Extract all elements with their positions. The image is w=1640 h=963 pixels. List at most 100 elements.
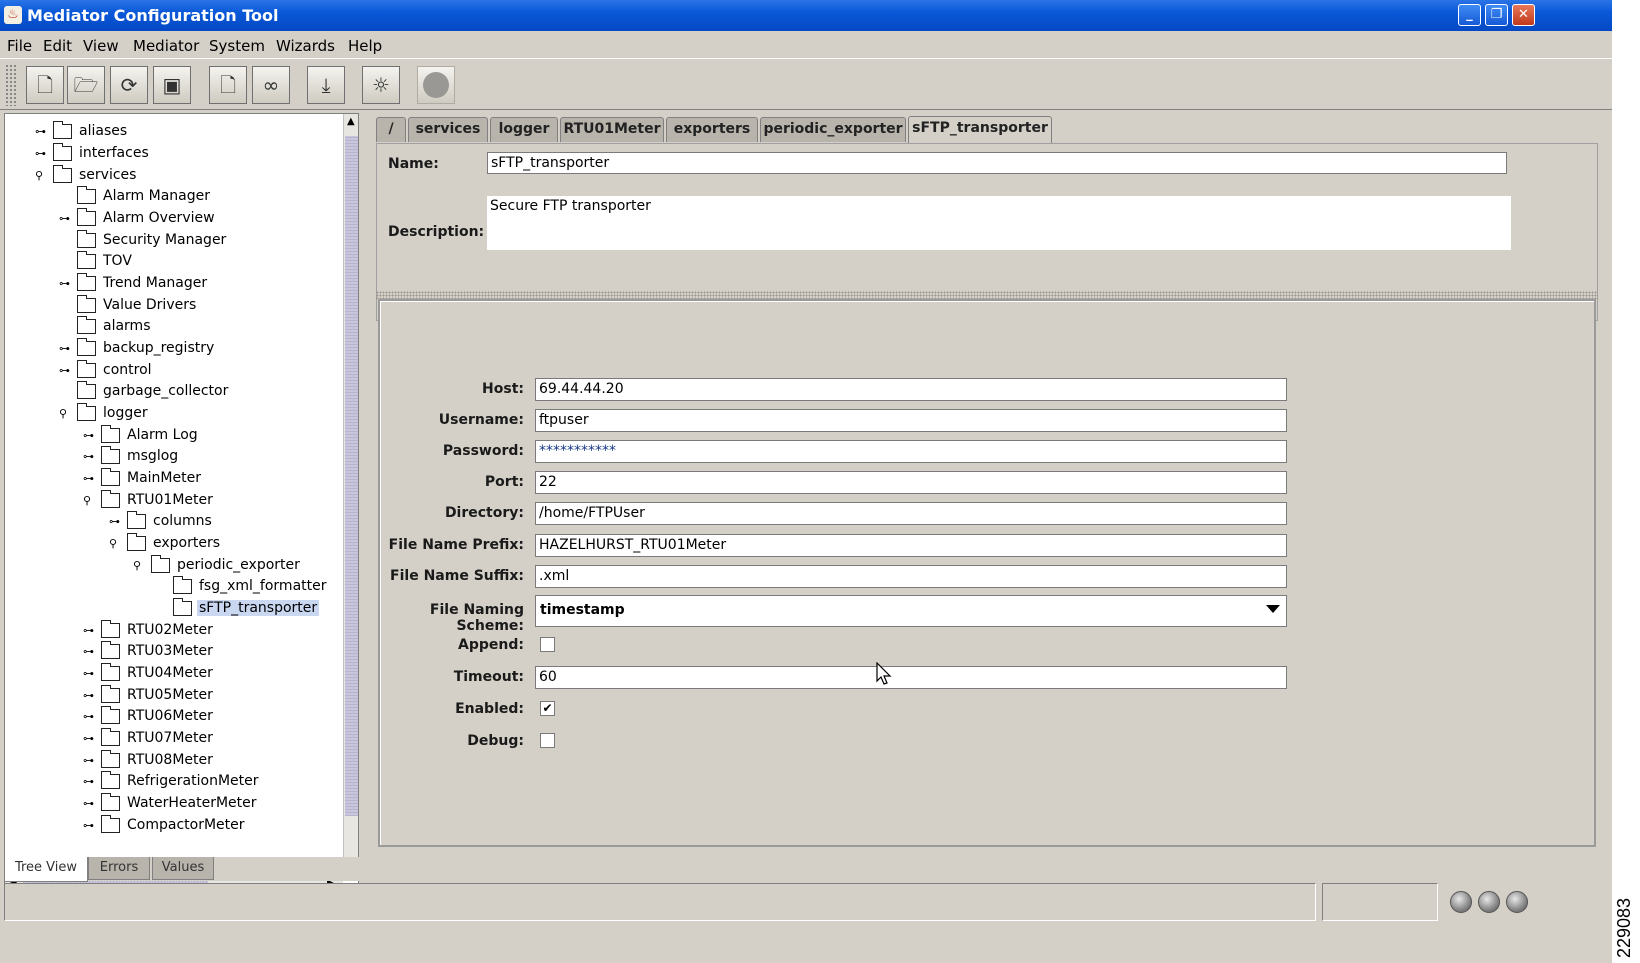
expand-icon[interactable]: ⊶ [59,342,73,356]
tree-vertical-scrollbar[interactable]: ▲ ▼ [343,114,358,874]
minimize-button[interactable]: _ [1458,4,1481,26]
host-input[interactable]: 69.44.44.20 [535,378,1287,401]
new-document-icon[interactable]: 🗋 [26,66,64,104]
tab-periodic-exporter[interactable]: periodic_exporter [760,117,906,142]
collapse-icon[interactable]: ⚲ [83,494,97,508]
checkmark-icon: ✔ [542,701,553,715]
menu-mediator[interactable]: Mediator [133,37,199,55]
enabled-checkbox[interactable]: ✔ [540,701,555,716]
name-input[interactable]: sFTP_transporter [487,152,1507,174]
debug-checkbox[interactable] [540,733,555,748]
expand-icon[interactable]: ⊶ [35,125,49,139]
content-panel: / services logger RTU01Meter exporters p… [370,113,1610,857]
collapse-icon[interactable]: ⚲ [35,169,49,183]
close-button[interactable]: ✕ [1512,4,1535,26]
expand-icon[interactable]: ⊶ [83,645,97,659]
section-divider[interactable] [376,291,1598,299]
file-naming-scheme-value: timestamp [540,602,625,618]
expand-icon[interactable]: ⊶ [83,472,97,486]
tab-values[interactable]: Values [152,857,214,880]
expand-icon[interactable]: ⊶ [83,732,97,746]
chevron-down-icon[interactable] [1266,605,1280,613]
collapse-icon[interactable]: ⚲ [109,537,123,551]
directory-input[interactable]: /home/FTPUser [535,502,1287,525]
menu-file[interactable]: File [7,37,32,55]
folder-icon [126,511,146,529]
expand-icon[interactable]: ⊶ [83,624,97,638]
expand-icon[interactable]: ⊶ [83,450,97,464]
bottom-tab-strip: Tree View Errors Values [0,857,1612,882]
folder-icon [76,360,96,378]
expand-icon[interactable]: ⊶ [83,754,97,768]
file-name-prefix-input[interactable]: HAZELHURST_RTU01Meter [535,534,1287,557]
binoculars-icon[interactable]: ∞ [252,66,290,104]
password-input[interactable]: *********** [535,440,1287,463]
toolbar: 🗋 🗁 ⟳ ▣ 🗋 ∞ ⤓ ☼ [0,58,1612,110]
tab-errors[interactable]: Errors [88,857,150,880]
directory-label: Directory: [444,505,524,521]
expand-icon[interactable]: ⊶ [83,775,97,789]
new-page-icon[interactable]: 🗋 [209,66,247,104]
stop-icon[interactable] [417,66,455,104]
tab-services[interactable]: services [408,117,488,142]
status-bar [0,883,1612,963]
toolbar-grip[interactable] [5,64,17,106]
status-secondary [1322,883,1438,921]
expand-icon[interactable]: ⊶ [59,277,73,291]
folder-icon [100,728,120,746]
refresh-icon[interactable]: ⟳ [110,66,148,104]
menu-edit[interactable]: Edit [43,37,72,55]
expand-icon[interactable]: ⊶ [59,364,73,378]
append-checkbox[interactable] [540,637,555,652]
timeout-input[interactable]: 60 [535,666,1287,689]
collapse-icon[interactable]: ⚲ [133,559,147,573]
expand-icon[interactable]: ⊶ [83,819,97,833]
tab-root[interactable]: / [376,117,406,142]
menu-help[interactable]: Help [348,37,382,55]
tab-rtu01meter[interactable]: RTU01Meter [560,117,664,142]
expand-icon[interactable]: ⊶ [59,212,73,226]
expand-icon[interactable]: ⊶ [83,710,97,724]
menu-wizards[interactable]: Wizards [276,37,335,55]
collapse-icon[interactable]: ⚲ [59,407,73,421]
expand-icon[interactable]: ⊶ [83,689,97,703]
tab-logger[interactable]: logger [490,117,558,142]
menu-view[interactable]: View [83,37,119,55]
folder-icon [100,425,120,443]
folder-icon [100,815,120,833]
expand-icon[interactable]: ⊶ [83,429,97,443]
append-label: Append: [458,637,524,653]
menu-system[interactable]: System [209,37,265,55]
lightbulb-icon[interactable]: ☼ [362,66,400,104]
folder-icon [76,338,96,356]
expand-icon[interactable]: ⊶ [109,515,123,529]
restore-button[interactable]: ❐ [1485,4,1508,26]
tab-sftp-transporter[interactable]: sFTP_transporter [908,116,1052,143]
debug-label: Debug: [467,733,524,749]
folder-icon [100,620,120,638]
file-naming-scheme-label: File Naming Scheme: [429,602,524,634]
panel-splitter[interactable] [360,113,368,853]
file-name-suffix-label: File Name Suffix: [390,568,524,584]
host-label: Host: [482,381,524,397]
app-icon: ♨ [4,6,22,24]
expand-icon[interactable]: ⊶ [83,667,97,681]
save-icon[interactable]: ▣ [153,66,191,104]
open-folder-icon[interactable]: 🗁 [67,66,105,104]
username-input[interactable]: ftpuser [535,409,1287,432]
file-naming-scheme-select[interactable]: timestamp [535,595,1287,627]
tab-exporters[interactable]: exporters [666,117,758,142]
description-label: Description: [388,224,485,240]
download-icon[interactable]: ⤓ [307,66,345,104]
description-input[interactable]: Secure FTP transporter [487,196,1511,250]
expand-icon[interactable]: ⊶ [83,797,97,811]
scroll-up-icon[interactable]: ▲ [347,116,355,127]
tree-panel: ⊶ aliases ⊶ interfaces ⚲ services Alarm Man… [4,113,359,893]
expand-icon[interactable]: ⊶ [35,147,49,161]
title-bar[interactable]: ♨ Mediator Configuration Tool _ ❐ ✕ [0,0,1612,31]
file-name-suffix-input[interactable]: .xml [535,565,1287,588]
port-label: Port: [484,474,524,490]
tab-tree-view[interactable]: Tree View [4,857,88,882]
scroll-thumb[interactable] [345,136,358,816]
port-input[interactable]: 22 [535,471,1287,494]
